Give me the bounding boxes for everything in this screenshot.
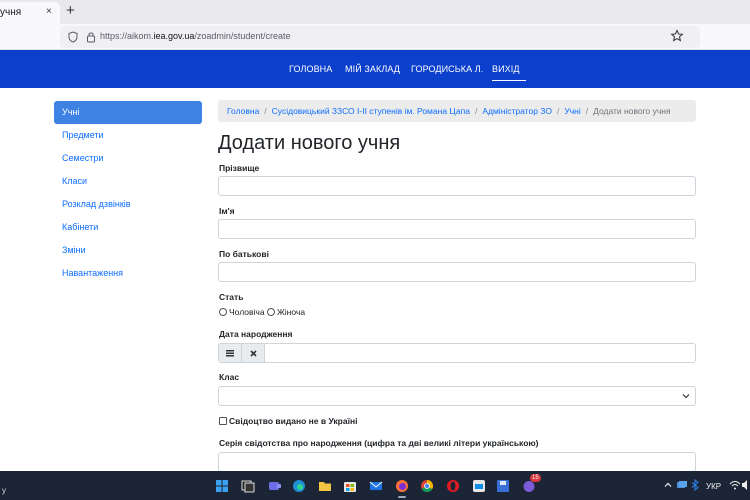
birthdate-label: Дата народження	[219, 329, 293, 339]
lock-icon[interactable]	[86, 31, 96, 43]
chevron-down-icon	[682, 394, 690, 399]
address-bar[interactable]: https://aikom.iea.gov.ua/zoadmin/student…	[60, 26, 700, 48]
certificate-abroad-row: Свідоцтво видано не в Україні	[219, 416, 357, 426]
patronymic-label: По батькові	[219, 249, 269, 259]
sidebar-item-students[interactable]: Учні	[54, 101, 202, 124]
sidebar-item-subjects[interactable]: Предмети	[54, 124, 202, 147]
firefox-icon[interactable]	[395, 479, 409, 493]
chevron-up-icon[interactable]	[663, 480, 673, 490]
breadcrumb-school[interactable]: Сусідовицький ЗЗСО І-ІІ ступенів ім. Ром…	[272, 106, 470, 116]
breadcrumb-separator: /	[264, 106, 267, 116]
birthdate-input-group	[218, 343, 696, 363]
file-explorer-icon[interactable]	[318, 479, 332, 493]
breadcrumb-separator: /	[556, 106, 560, 116]
taskbar: y 15 УКР	[0, 471, 750, 500]
sidebar-item-rooms[interactable]: Кабінети	[54, 216, 202, 239]
breadcrumb: Головна / Сусідовицький ЗЗСО І-ІІ ступенів…	[218, 100, 696, 122]
close-icon[interactable]: ×	[46, 6, 52, 17]
windows-start-icon[interactable]	[215, 479, 229, 493]
breadcrumb-separator: /	[585, 106, 589, 116]
sidebar-item-classes[interactable]: Класи	[54, 170, 202, 193]
gender-label: Стать	[219, 292, 244, 302]
new-tab-button[interactable]: +	[66, 3, 75, 19]
url-path: /zoadmin/student/create	[194, 31, 291, 41]
breadcrumb-home[interactable]: Головна	[227, 106, 259, 116]
gender-female-radio[interactable]	[266, 308, 275, 316]
breadcrumb-admin[interactable]: Адміністратор ЗО	[482, 106, 552, 116]
nav-item-my-school[interactable]: МІЙ ЗАКЛАД	[345, 64, 400, 74]
breadcrumb-current: Додати нового учня	[593, 106, 671, 116]
wifi-icon[interactable]	[729, 479, 741, 491]
name-input[interactable]	[218, 219, 696, 239]
nav-item-home[interactable]: ГОЛОВНА	[289, 64, 332, 74]
url-prefix: https://aikom.	[100, 31, 154, 41]
tab-title: учня	[0, 7, 22, 18]
surname-input[interactable]	[218, 176, 696, 196]
class-label: Клас	[219, 372, 240, 382]
clear-date-button[interactable]	[242, 344, 265, 362]
gender-male-radio[interactable]	[219, 308, 227, 316]
star-icon[interactable]	[670, 29, 684, 43]
certificate-series-input[interactable]	[218, 452, 696, 472]
shield-icon[interactable]	[68, 31, 78, 43]
opera-icon[interactable]	[446, 479, 460, 493]
breadcrumb-students[interactable]: Учні	[564, 106, 580, 116]
teamviewer-icon[interactable]	[472, 479, 486, 493]
calendar-icon	[226, 350, 234, 357]
volume-icon[interactable]	[742, 479, 750, 491]
sidebar-item-workload[interactable]: Навантаження	[54, 262, 202, 285]
gender-female-label: Жіноча	[276, 307, 306, 317]
sidebar-item-shifts[interactable]: Зміни	[54, 239, 202, 262]
task-view-icon[interactable]	[241, 479, 255, 493]
url-text: https://aikom.iea.gov.ua/zoadmin/student…	[100, 31, 290, 41]
patronymic-input[interactable]	[218, 262, 696, 282]
browser-tab-strip: учня × +	[0, 0, 750, 24]
birthdate-input[interactable]	[266, 344, 695, 362]
notification-badge: 15	[530, 474, 541, 482]
bluetooth-icon[interactable]	[690, 479, 700, 491]
network-icon[interactable]	[676, 479, 688, 491]
edge-icon[interactable]	[292, 479, 306, 493]
certificate-abroad-label: Свідоцтво видано не в Україні	[229, 416, 358, 426]
taskbar-left-text: y	[2, 486, 6, 495]
chrome-icon[interactable]	[420, 479, 434, 493]
sidebar: Учні Предмети Семестри Класи Розклад дзв…	[54, 101, 202, 285]
gender-male-label: Чоловіча	[229, 307, 265, 317]
nav-active-underline	[492, 80, 526, 81]
nav-item-user[interactable]: ГОРОДИСЬКА Л.	[411, 64, 483, 74]
language-indicator[interactable]: УКР	[706, 482, 721, 491]
site-navbar: ГОЛОВНА МІЙ ЗАКЛАД ГОРОДИСЬКА Л. ВИХІД	[0, 50, 750, 88]
nav-item-logout[interactable]: ВИХІД	[492, 64, 520, 74]
sidebar-item-semesters[interactable]: Семестри	[54, 147, 202, 170]
page-title: Додати нового учня	[218, 132, 401, 154]
url-host: iea.gov.ua	[153, 31, 195, 41]
breadcrumb-separator: /	[474, 106, 478, 116]
save-icon[interactable]	[496, 479, 510, 493]
browser-toolbar: https://aikom.iea.gov.ua/zoadmin/student…	[0, 24, 750, 50]
class-select[interactable]	[218, 386, 696, 406]
mail-icon[interactable]	[369, 479, 383, 493]
certificate-abroad-checkbox[interactable]	[219, 417, 227, 425]
chat-icon[interactable]	[268, 479, 282, 493]
close-icon	[249, 350, 257, 357]
store-icon[interactable]	[343, 479, 357, 493]
active-app-indicator	[398, 496, 406, 498]
certificate-series-label: Серія свідотства про народження (цифра т…	[219, 438, 539, 448]
surname-label: Прізвище	[219, 163, 260, 173]
name-label: Ім'я	[219, 206, 235, 216]
browser-tab[interactable]: учня ×	[0, 2, 60, 24]
sidebar-item-bell-schedule[interactable]: Розклад дзвінків	[54, 193, 202, 216]
calendar-button[interactable]	[219, 344, 242, 362]
gender-radio-group: Чоловіча Жіноча	[219, 307, 305, 317]
